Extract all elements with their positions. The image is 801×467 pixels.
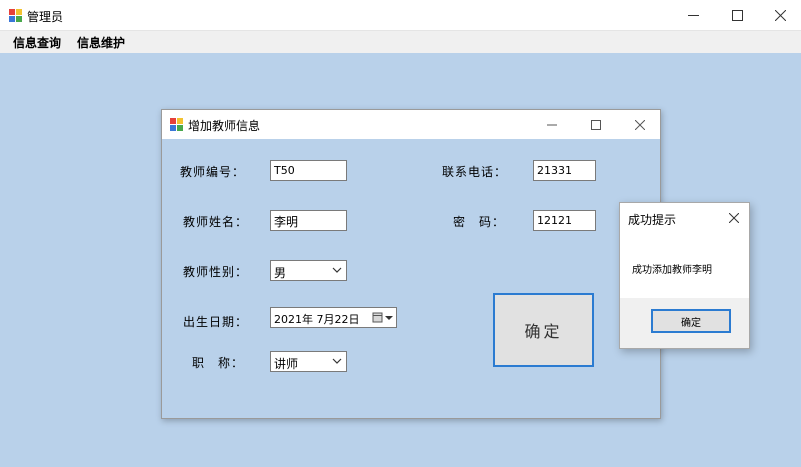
phone-input[interactable]: 21331 <box>533 160 596 181</box>
phone-label: 联系电话： <box>442 165 508 179</box>
teacher-name-input[interactable]: 李明 <box>270 210 347 231</box>
menu-bar: 信息查询 信息维护 <box>0 31 801 53</box>
title-rank-select-value: 讲师 <box>274 357 299 371</box>
title-rank-label: 职 称： <box>192 356 245 370</box>
main-title-bar[interactable]: 管理员 <box>0 0 801 31</box>
maximize-button[interactable] <box>714 0 760 31</box>
gender-select-value: 男 <box>274 266 287 280</box>
maximize-icon <box>731 10 743 21</box>
dialog-title: 增加教师信息 <box>188 119 261 133</box>
teacher-id-input[interactable]: T50 <box>270 160 347 181</box>
dialog-minimize-button[interactable] <box>530 110 574 139</box>
password-input[interactable]: 12121 <box>533 210 596 231</box>
confirm-button[interactable]: 确定 <box>493 293 594 367</box>
message-box-title: 成功提示 <box>628 213 677 227</box>
close-icon <box>774 10 786 21</box>
dialog-app-icon <box>170 118 183 131</box>
message-box-text: 成功添加教师李明 <box>632 265 712 276</box>
teacher-name-label: 教师姓名： <box>183 215 249 229</box>
chevron-down-icon <box>332 267 342 273</box>
success-message-box: 成功提示 成功添加教师李明 确定 <box>619 202 750 349</box>
title-rank-select[interactable]: 讲师 <box>270 351 347 372</box>
teacher-id-label: 教师编号： <box>180 165 246 179</box>
password-label: 密 码： <box>453 215 506 229</box>
menu-item-info-maintenance[interactable]: 信息维护 <box>77 34 125 51</box>
close-icon <box>729 213 739 223</box>
minimize-button[interactable] <box>670 0 716 31</box>
dialog-close-button[interactable] <box>618 110 662 139</box>
birth-date-picker[interactable]: 2021年 7月22日 <box>270 307 397 328</box>
add-teacher-dialog: 增加教师信息 教师编号： T50 联系电话： 21331 教师姓名： 李明 密 … <box>161 109 661 419</box>
close-icon <box>635 119 645 130</box>
chevron-down-icon <box>332 358 342 364</box>
dialog-maximize-button[interactable] <box>574 110 618 139</box>
birth-date-value: 2021年 7月22日 <box>274 313 360 326</box>
maximize-icon <box>591 119 601 130</box>
dialog-title-bar[interactable]: 增加教师信息 <box>162 110 660 139</box>
message-box-footer: 确定 <box>620 298 749 348</box>
message-box-close-button[interactable] <box>719 203 749 233</box>
main-window-title: 管理员 <box>27 10 64 24</box>
app-icon <box>9 9 22 22</box>
message-box-ok-button[interactable]: 确定 <box>651 309 731 333</box>
minimize-icon <box>687 15 699 16</box>
calendar-dropdown-icon[interactable] <box>372 312 394 324</box>
minimize-icon <box>547 124 557 125</box>
gender-label: 教师性别： <box>183 265 249 279</box>
birth-date-label: 出生日期： <box>183 315 249 329</box>
menu-item-info-query[interactable]: 信息查询 <box>13 34 61 51</box>
close-button[interactable] <box>757 0 801 31</box>
gender-select[interactable]: 男 <box>270 260 347 281</box>
